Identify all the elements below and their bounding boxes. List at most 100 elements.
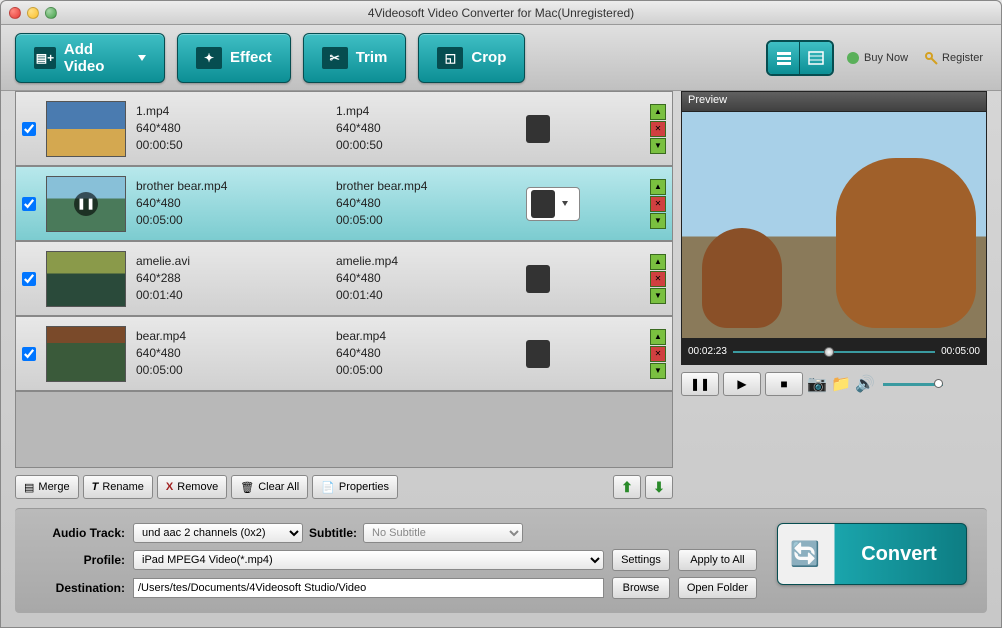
main-toolbar: ▤+ Add Video ✦ Effect ✂ Trim ◱ Crop xyxy=(1,25,1001,91)
row-remove-button[interactable]: ✕ xyxy=(650,121,666,137)
subtitle-select[interactable]: No Subtitle xyxy=(363,523,523,543)
file-thumbnail[interactable] xyxy=(46,101,126,157)
move-up-button[interactable]: ⬆ xyxy=(613,475,641,499)
subtitle-label: Subtitle: xyxy=(309,526,357,540)
view-mode-group xyxy=(766,40,834,76)
file-checkbox[interactable] xyxy=(22,197,36,211)
arrow-down-icon: ⬇ xyxy=(653,479,665,496)
source-file-info: 1.mp4 640*480 00:00:50 xyxy=(136,103,326,153)
file-checkbox[interactable] xyxy=(22,122,36,136)
properties-button[interactable]: 📄Properties xyxy=(312,475,398,499)
properties-icon: 📄 xyxy=(321,481,335,494)
destination-input[interactable] xyxy=(133,578,604,598)
file-thumbnail[interactable]: ❚❚ xyxy=(46,176,126,232)
clear-all-label: Clear All xyxy=(258,481,299,493)
row-remove-button[interactable]: ✕ xyxy=(650,271,666,287)
open-snapshot-folder-button[interactable]: 📁 xyxy=(831,374,851,394)
browse-button[interactable]: Browse xyxy=(612,577,670,599)
stop-button[interactable]: ■ xyxy=(765,372,803,396)
source-duration: 00:00:50 xyxy=(136,137,326,154)
audio-track-select[interactable]: und aac 2 channels (0x2) xyxy=(133,523,303,543)
move-down-button[interactable]: ⬇ xyxy=(645,475,673,499)
list-icon xyxy=(776,51,792,65)
preview-header: Preview xyxy=(681,91,987,111)
row-collapse-button[interactable]: ▼ xyxy=(650,288,666,304)
row-expand-button[interactable]: ▲ xyxy=(650,104,666,120)
volume-button[interactable]: 🔊 xyxy=(855,374,875,394)
remove-button[interactable]: XRemove xyxy=(157,475,227,499)
profile-select[interactable]: iPad MPEG4 Video(*.mp4) xyxy=(133,550,604,570)
settings-button[interactable]: Settings xyxy=(612,549,670,571)
total-time: 00:05:00 xyxy=(941,346,980,357)
apply-to-all-button[interactable]: Apply to All xyxy=(678,549,757,571)
output-duration: 00:00:50 xyxy=(336,137,516,154)
row-controls: ▲ ✕ ▼ xyxy=(650,179,666,229)
output-resolution: 640*480 xyxy=(336,195,516,212)
merge-button[interactable]: ▤ Merge xyxy=(15,475,79,499)
profile-device-select[interactable] xyxy=(526,187,580,221)
source-filename: bear.mp4 xyxy=(136,328,326,345)
row-collapse-button[interactable]: ▼ xyxy=(650,363,666,379)
rename-button[interactable]: TRename xyxy=(83,475,153,499)
trim-button[interactable]: ✂ Trim xyxy=(303,33,407,83)
merge-label: Merge xyxy=(38,481,69,493)
view-list-button[interactable] xyxy=(768,42,800,74)
output-duration: 00:01:40 xyxy=(336,287,516,304)
open-folder-button[interactable]: Open Folder xyxy=(678,577,757,599)
audio-track-label: Audio Track: xyxy=(35,526,125,540)
file-row[interactable]: amelie.avi 640*288 00:01:40 amelie.mp4 6… xyxy=(16,242,672,317)
play-button[interactable]: ▶ xyxy=(723,372,761,396)
source-duration: 00:05:00 xyxy=(136,212,326,229)
film-add-icon: ▤+ xyxy=(34,47,56,69)
clear-all-button[interactable]: 🗑 Clear All xyxy=(231,475,308,499)
output-filename: amelie.mp4 xyxy=(336,253,516,270)
merge-icon: ▤ xyxy=(24,481,34,494)
cart-icon xyxy=(846,51,860,65)
file-row[interactable]: 1.mp4 640*480 00:00:50 1.mp4 640*480 00:… xyxy=(16,92,672,167)
output-file-info: bear.mp4 640*480 00:05:00 xyxy=(336,328,516,378)
seek-slider[interactable] xyxy=(733,351,935,353)
row-expand-button[interactable]: ▲ xyxy=(650,329,666,345)
pause-button[interactable]: ❚❚ xyxy=(681,372,719,396)
clear-icon: 🗑 xyxy=(240,481,254,494)
source-filename: amelie.avi xyxy=(136,253,326,270)
register-link[interactable]: Register xyxy=(920,49,987,67)
output-resolution: 640*480 xyxy=(336,270,516,287)
arrow-up-icon: ⬆ xyxy=(621,479,633,496)
ipad-icon xyxy=(526,115,550,143)
row-expand-button[interactable]: ▲ xyxy=(650,254,666,270)
stop-icon: ■ xyxy=(780,377,787,391)
file-thumbnail[interactable] xyxy=(46,251,126,307)
window-title: 4Videosoft Video Converter for Mac(Unreg… xyxy=(1,6,1001,20)
volume-slider[interactable] xyxy=(883,383,943,386)
row-remove-button[interactable]: ✕ xyxy=(650,196,666,212)
file-row[interactable]: ❚❚ brother bear.mp4 640*480 00:05:00 bro… xyxy=(16,167,672,242)
row-remove-button[interactable]: ✕ xyxy=(650,346,666,362)
row-expand-button[interactable]: ▲ xyxy=(650,179,666,195)
current-time: 00:02:23 xyxy=(688,346,727,357)
trim-label: Trim xyxy=(356,49,388,66)
view-detail-button[interactable] xyxy=(800,42,832,74)
source-file-info: amelie.avi 640*288 00:01:40 xyxy=(136,253,326,303)
buy-now-link[interactable]: Buy Now xyxy=(842,49,912,67)
volume-thumb[interactable] xyxy=(934,379,943,388)
output-filename: 1.mp4 xyxy=(336,103,516,120)
convert-button[interactable]: 🔄 Convert xyxy=(777,523,967,585)
file-checkbox[interactable] xyxy=(22,347,36,361)
seek-thumb[interactable] xyxy=(824,347,834,357)
profile-label: Profile: xyxy=(35,553,125,567)
preview-content xyxy=(836,158,976,328)
file-checkbox[interactable] xyxy=(22,272,36,286)
row-collapse-button[interactable]: ▼ xyxy=(650,138,666,154)
snapshot-button[interactable]: 📷 xyxy=(807,374,827,394)
pause-icon: ❚❚ xyxy=(690,377,710,391)
crop-button[interactable]: ◱ Crop xyxy=(418,33,525,83)
add-video-button[interactable]: ▤+ Add Video xyxy=(15,33,165,83)
file-thumbnail[interactable] xyxy=(46,326,126,382)
rename-label: Rename xyxy=(102,481,144,493)
preview-video[interactable] xyxy=(681,111,987,339)
effect-button[interactable]: ✦ Effect xyxy=(177,33,291,83)
file-row[interactable]: bear.mp4 640*480 00:05:00 bear.mp4 640*4… xyxy=(16,317,672,392)
row-collapse-button[interactable]: ▼ xyxy=(650,213,666,229)
source-file-info: brother bear.mp4 640*480 00:05:00 xyxy=(136,178,326,228)
